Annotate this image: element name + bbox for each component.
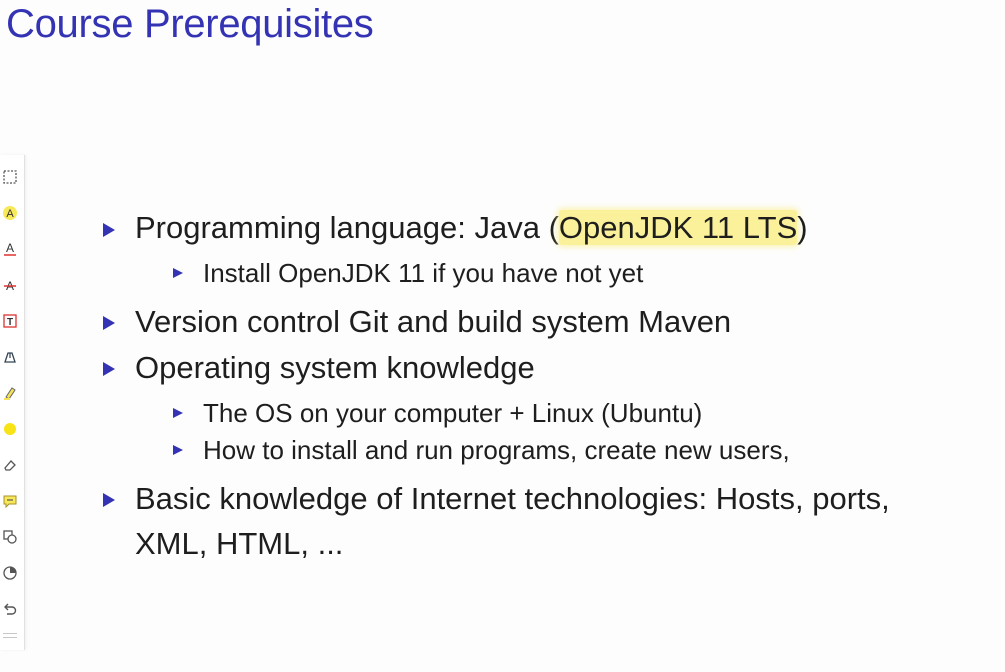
sub-bullet-triangle-icon — [173, 268, 183, 278]
bullet-item: Programming language: Java (OpenJDK 11 L… — [135, 210, 808, 246]
bullet-triangle-icon — [103, 362, 115, 376]
sub-bullet-triangle-icon — [173, 408, 183, 418]
bullet-item: Basic knowledge of Internet technologies… — [135, 481, 890, 516]
sub-bullet-triangle-icon — [173, 445, 183, 455]
bullet-triangle-icon — [103, 316, 115, 330]
slide-content: Programming language: Java (OpenJDK 11 L… — [0, 0, 1005, 672]
bullet-item: Version control Git and build system Mav… — [135, 304, 732, 339]
bullet-triangle-icon — [103, 493, 115, 507]
sub-bullet-item: Install OpenJDK 11 if you have not yet — [203, 258, 644, 288]
bullet-item-continuation: XML, HTML, ... — [135, 526, 344, 561]
highlighted-text: OpenJDK 11 LTS — [558, 210, 798, 245]
bullet-item: Operating system knowledge — [135, 350, 535, 385]
bullet-text: ) — [797, 210, 808, 245]
bullet-triangle-icon — [103, 223, 115, 237]
bullet-text: Programming language: Java ( — [135, 210, 559, 245]
sub-bullet-item: The OS on your computer + Linux (Ubuntu) — [203, 398, 703, 428]
sub-bullet-item: How to install and run programs, create … — [203, 435, 790, 465]
